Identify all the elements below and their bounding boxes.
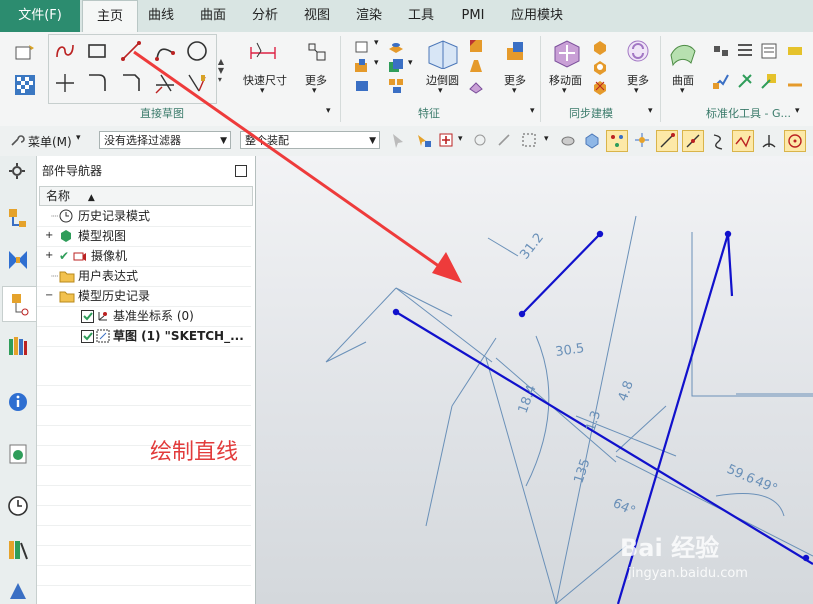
arrow-overlay bbox=[133, 50, 462, 283]
watermark-brand: Bai 经验 bbox=[620, 534, 720, 562]
arrow-head-icon bbox=[432, 252, 462, 283]
annotation-text: 绘制直线 bbox=[150, 440, 239, 465]
watermark-url: jingyan.baidu.com bbox=[628, 566, 748, 581]
annotation-arrow-line bbox=[133, 50, 451, 276]
